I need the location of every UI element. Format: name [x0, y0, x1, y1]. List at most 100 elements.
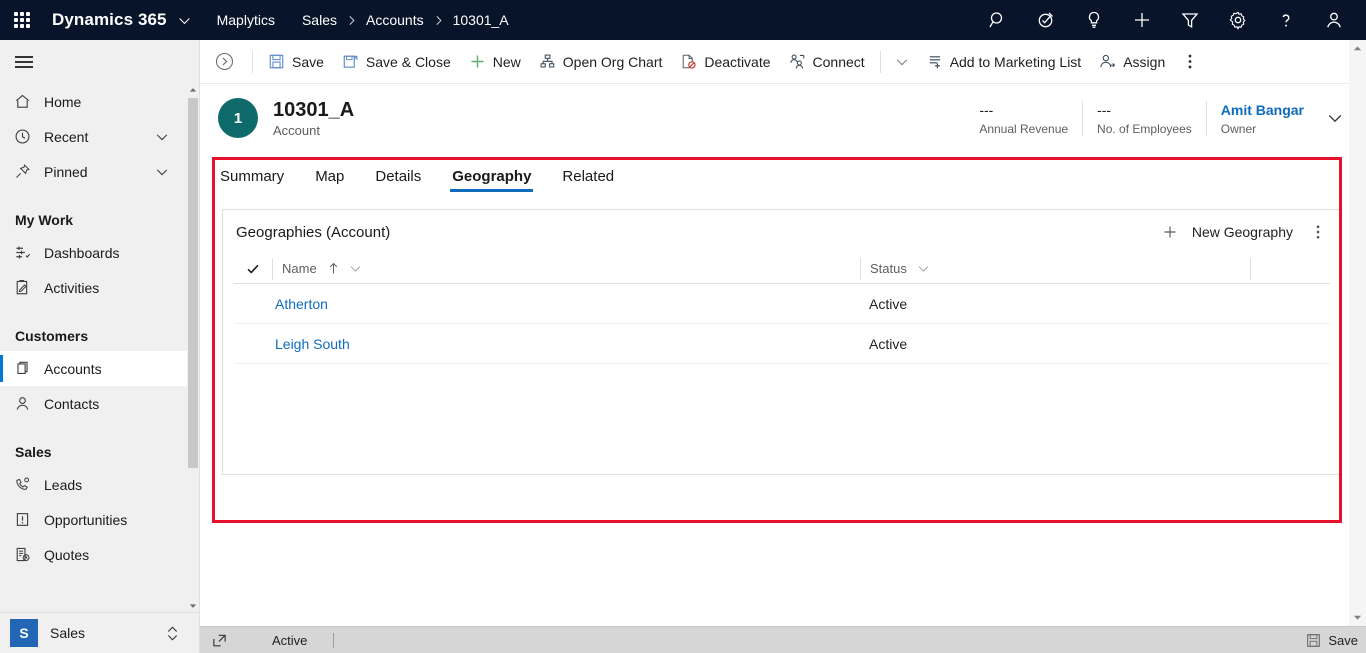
- save-icon: [1306, 633, 1321, 648]
- sidebar-item-contacts[interactable]: Contacts: [0, 386, 199, 421]
- quick-create-icon[interactable]: [1118, 0, 1166, 40]
- sidebar-nav-scroll: Home Recent Pinned My Work Dashboards Ac…: [0, 84, 199, 612]
- chevron-down-icon[interactable]: [155, 165, 169, 179]
- field-label: Annual Revenue: [979, 121, 1069, 136]
- subgrid-table: Name Status Atherton Active Leigh South …: [234, 254, 1330, 364]
- help-icon[interactable]: [1262, 0, 1310, 40]
- column-header-name[interactable]: Name: [272, 257, 860, 280]
- chevron-down-icon[interactable]: [178, 14, 191, 27]
- row-name-link[interactable]: Atherton: [272, 296, 860, 312]
- insights-icon[interactable]: [1070, 0, 1118, 40]
- sidebar-item-leads[interactable]: Leads: [0, 467, 199, 502]
- chevron-down-icon[interactable]: [349, 262, 362, 275]
- subgrid-actions: New Geography: [1152, 216, 1333, 248]
- contact-icon: [14, 395, 40, 412]
- page-scrollbar[interactable]: [1349, 40, 1366, 626]
- new-geography-button[interactable]: New Geography: [1152, 216, 1303, 248]
- assistant-icon[interactable]: [1022, 0, 1070, 40]
- table-row[interactable]: Atherton Active: [234, 284, 1330, 324]
- open-in-new-window-icon[interactable]: [206, 633, 232, 648]
- main-content: Save Save & Close New Open Org Chart Dea: [200, 40, 1366, 653]
- user-avatar-icon[interactable]: [1310, 0, 1358, 40]
- more-subgrid-commands-icon[interactable]: [1303, 216, 1333, 248]
- hamburger-menu-icon[interactable]: [0, 40, 199, 84]
- column-header-status[interactable]: Status: [860, 257, 1250, 280]
- scroll-down-arrow-icon[interactable]: [1349, 609, 1366, 626]
- sidebar-item-recent[interactable]: Recent: [0, 119, 199, 154]
- row-name-link[interactable]: Leigh South: [272, 336, 860, 352]
- owner-link[interactable]: Amit Bangar: [1221, 101, 1304, 119]
- column-label: Name: [282, 261, 317, 276]
- sidebar-scrollbar-thumb[interactable]: [188, 98, 198, 468]
- more-commands-icon[interactable]: [1174, 42, 1206, 82]
- assign-button[interactable]: Assign: [1090, 42, 1174, 82]
- chevron-down-icon[interactable]: [917, 262, 930, 275]
- column-divider: [1250, 257, 1251, 280]
- sidebar-group-customers: Customers: [15, 328, 89, 344]
- header-field-no-of-employees[interactable]: --- No. of Employees: [1082, 100, 1206, 136]
- left-sidebar: Home Recent Pinned My Work Dashboards Ac…: [0, 40, 200, 653]
- chevron-up-down-icon[interactable]: [166, 625, 179, 642]
- filter-icon[interactable]: [1166, 0, 1214, 40]
- tab-geography[interactable]: Geography: [450, 168, 534, 192]
- connect-button[interactable]: Connect: [780, 42, 874, 82]
- expand-header-chevron-icon[interactable]: [1318, 98, 1352, 138]
- sidebar-item-label: Dashboards: [44, 244, 120, 261]
- sidebar-item-dashboards[interactable]: Dashboards: [0, 235, 199, 270]
- chevron-down-icon[interactable]: [155, 130, 169, 144]
- scroll-down-arrow-icon[interactable]: [187, 600, 199, 612]
- button-label: New Geography: [1191, 224, 1293, 240]
- header-field-owner[interactable]: Amit Bangar Owner: [1205, 100, 1318, 136]
- sidebar-item-activities[interactable]: Activities: [0, 270, 199, 305]
- sidebar-item-home[interactable]: Home: [0, 84, 199, 119]
- sidebar-scrollbar[interactable]: [187, 84, 199, 612]
- brand-title[interactable]: Dynamics 365: [52, 10, 167, 30]
- app-switcher[interactable]: S Sales: [0, 612, 199, 653]
- divider: [252, 50, 253, 73]
- tab-summary[interactable]: Summary: [218, 168, 286, 192]
- app-launcher-icon[interactable]: [0, 0, 44, 40]
- table-row[interactable]: Leigh South Active: [234, 324, 1330, 364]
- settings-gear-icon[interactable]: [1214, 0, 1262, 40]
- record-header: 1 10301_A Account --- Annual Revenue ---…: [200, 84, 1366, 152]
- search-icon[interactable]: [974, 0, 1022, 40]
- tab-details[interactable]: Details: [373, 168, 423, 192]
- breadcrumb-item-record[interactable]: 10301_A: [453, 12, 509, 28]
- command-bar: Save Save & Close New Open Org Chart Dea: [200, 40, 1366, 84]
- save-and-close-button[interactable]: Save & Close: [333, 42, 460, 82]
- sort-ascending-icon: [328, 262, 339, 275]
- home-icon: [14, 93, 40, 110]
- sidebar-item-opportunities[interactable]: Opportunities: [0, 502, 199, 537]
- quotes-icon: [14, 546, 40, 563]
- open-org-chart-button[interactable]: Open Org Chart: [530, 42, 672, 82]
- plus-icon: [469, 53, 486, 70]
- button-label: Save: [1328, 632, 1358, 648]
- top-navigation-bar: Dynamics 365 Maplytics Sales Accounts 10…: [0, 0, 1366, 40]
- tab-map[interactable]: Map: [313, 168, 346, 192]
- save-icon: [268, 53, 285, 70]
- subgrid-header: Geographies (Account) New Geography: [223, 210, 1341, 254]
- sidebar-item-quotes[interactable]: Quotes: [0, 537, 199, 572]
- add-to-marketing-list-button[interactable]: Add to Marketing List: [917, 42, 1091, 82]
- new-button[interactable]: New: [460, 42, 530, 82]
- breadcrumb-item-accounts[interactable]: Accounts: [366, 12, 424, 28]
- breadcrumb-app[interactable]: Maplytics: [217, 12, 275, 28]
- save-close-icon: [342, 53, 359, 70]
- scroll-up-arrow-icon[interactable]: [187, 84, 199, 96]
- app-switcher-label: Sales: [50, 625, 86, 641]
- navigate-forward-icon[interactable]: [208, 46, 240, 78]
- tab-related[interactable]: Related: [560, 168, 616, 192]
- sidebar-item-pinned[interactable]: Pinned: [0, 154, 199, 189]
- sidebar-item-label: Home: [44, 93, 82, 110]
- status-save-button[interactable]: Save: [1306, 633, 1358, 648]
- connect-dropdown-chevron-icon[interactable]: [887, 42, 917, 82]
- scroll-up-arrow-icon[interactable]: [1349, 40, 1366, 57]
- save-button[interactable]: Save: [259, 42, 333, 82]
- select-all-checkbox[interactable]: [234, 262, 272, 276]
- header-field-annual-revenue[interactable]: --- Annual Revenue: [965, 101, 1082, 136]
- sidebar-item-accounts[interactable]: Accounts: [0, 351, 199, 386]
- deactivate-button[interactable]: Deactivate: [671, 42, 779, 82]
- breadcrumb-item-sales[interactable]: Sales: [302, 12, 337, 28]
